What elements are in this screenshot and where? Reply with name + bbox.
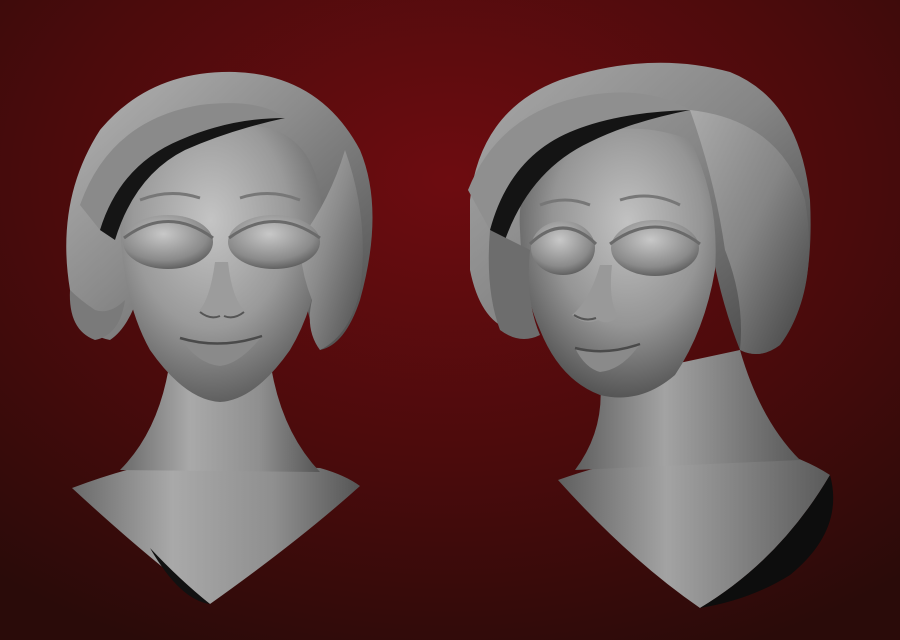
eye-left-1 xyxy=(123,215,213,269)
eye-left-2 xyxy=(228,215,320,269)
render-canvas xyxy=(0,0,900,640)
sculpt-render-viewport xyxy=(0,0,900,640)
